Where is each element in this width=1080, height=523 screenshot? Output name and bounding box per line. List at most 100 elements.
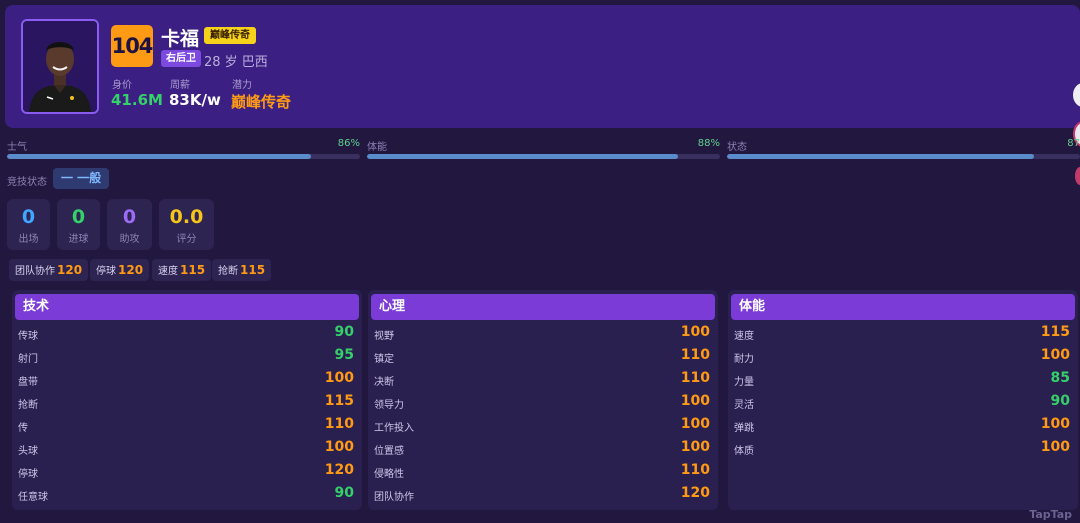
stat-assists: 0 助攻 (107, 199, 152, 250)
wage-label: 周薪 (170, 80, 190, 91)
attribute-row: 头球 100 (12, 438, 362, 460)
competition-status-value: 一 一般 (53, 168, 110, 189)
attribute-value: 90 (1050, 393, 1070, 409)
attribute-row: 位置感 100 (368, 438, 718, 460)
key-attr-chip: 停球 120 (90, 259, 150, 281)
attribute-row: 传球 90 (12, 323, 362, 345)
attribute-row: 抢断 115 (12, 392, 362, 414)
tier-badge: 巅峰传奇 (204, 27, 256, 44)
player-header-card: 104 卡福 巅峰传奇 右后卫 28 岁 巴西 身价 41.6M 周薪 83K/… (5, 5, 1080, 128)
mental-panel: 心理 视野 100 镇定 110 决断 110 领导力 100 工作投入 100 位置感 100 侵略性… (368, 290, 718, 510)
attribute-row: 工作投入 100 (368, 415, 718, 437)
attribute-row: 力量 85 (728, 369, 1078, 391)
attribute-row: 体质 100 (728, 438, 1078, 460)
attribute-row: 盘带 100 (12, 369, 362, 391)
attribute-value: 100 (324, 439, 354, 455)
form-meter-fill (727, 154, 1035, 159)
stat-value: 0 (122, 206, 137, 228)
attribute-name: 侵略性 (374, 469, 404, 480)
chip-label: 速度 (158, 266, 178, 277)
attribute-row: 射门 95 (12, 346, 362, 368)
attribute-value: 120 (324, 462, 354, 478)
chip-label: 停球 (96, 266, 116, 277)
meter-pct-form: 87 (1067, 138, 1080, 149)
attribute-value: 100 (680, 416, 710, 432)
attribute-name: 体质 (734, 446, 754, 457)
attribute-name: 弹跳 (734, 423, 754, 434)
attribute-name: 力量 (734, 377, 754, 388)
key-attr-chip: 速度 115 (152, 259, 212, 281)
attribute-value: 95 (334, 347, 354, 363)
technical-panel: 技术 传球 90 射门 95 盘带 100 抢断 115 传 110 头球 100 停球 120 任意球 90 (12, 290, 362, 510)
chip-value: 115 (180, 263, 206, 277)
attribute-row: 速度 115 (728, 323, 1078, 345)
attribute-name: 盘带 (18, 377, 38, 388)
player-portrait-icon (23, 21, 97, 112)
attribute-row: 任意球 90 (12, 484, 362, 506)
fitness-meter-fill (367, 154, 678, 159)
key-attr-chip: 抢断 115 (212, 259, 272, 281)
attribute-value: 100 (680, 439, 710, 455)
morale-meter (7, 154, 360, 159)
attribute-value: 90 (334, 324, 354, 340)
meter-label-fitness: 体能 (367, 142, 387, 153)
stat-label: 出场 (18, 234, 39, 245)
attribute-value: 110 (324, 416, 354, 432)
attribute-name: 工作投入 (374, 423, 414, 434)
attribute-name: 团队协作 (374, 492, 414, 503)
stat-appearances: 0 出场 (7, 199, 50, 250)
panel-title: 体能 (731, 294, 1075, 320)
attribute-value: 100 (680, 324, 710, 340)
stat-label: 评分 (176, 234, 197, 245)
attribute-row: 耐力 100 (728, 346, 1078, 368)
floating-button-3[interactable] (1075, 167, 1080, 185)
attribute-row: 团队协作 120 (368, 484, 718, 506)
attribute-name: 位置感 (374, 446, 404, 457)
attribute-name: 抢断 (18, 400, 38, 411)
stat-value: 0.0 (169, 206, 204, 228)
attribute-row: 停球 120 (12, 461, 362, 483)
attribute-name: 领导力 (374, 400, 404, 411)
meter-label-form: 状态 (727, 142, 747, 153)
stat-goals: 0 进球 (57, 199, 100, 250)
attribute-value: 85 (1050, 370, 1070, 386)
attribute-value: 100 (1040, 416, 1070, 432)
attribute-value: 100 (324, 370, 354, 386)
stat-label: 进球 (68, 234, 89, 245)
attribute-value: 110 (680, 370, 710, 386)
attribute-value: 100 (680, 393, 710, 409)
attribute-value: 115 (324, 393, 354, 409)
morale-meter-fill (7, 154, 311, 159)
stat-value: 0 (21, 206, 36, 228)
meter-pct-morale: 86% (337, 138, 360, 149)
chip-value: 115 (240, 263, 266, 277)
attribute-name: 视野 (374, 331, 394, 342)
attribute-value: 90 (334, 485, 354, 501)
watermark-text: TapTap (1029, 508, 1072, 521)
attribute-name: 速度 (734, 331, 754, 342)
attribute-value: 120 (680, 485, 710, 501)
attribute-row: 弹跳 100 (728, 415, 1078, 437)
attribute-name: 灵活 (734, 400, 754, 411)
potential-value: 巅峰传奇 (231, 93, 292, 111)
market-value: 41.6M (111, 91, 163, 109)
physical-panel: 体能 速度 115 耐力 100 力量 85 灵活 90 弹跳 100 体质 100 (728, 290, 1078, 510)
attribute-value: 115 (1040, 324, 1070, 340)
stat-value: 0 (71, 206, 86, 228)
fitness-meter (367, 154, 720, 159)
panel-title: 心理 (371, 294, 715, 320)
position-badge: 右后卫 (161, 50, 201, 67)
attribute-name: 传球 (18, 331, 38, 342)
attribute-row: 决断 110 (368, 369, 718, 391)
attribute-value: 100 (1040, 439, 1070, 455)
attribute-row: 视野 100 (368, 323, 718, 345)
attribute-value: 100 (1040, 347, 1070, 363)
attribute-name: 耐力 (734, 354, 754, 365)
key-attr-chip: 团队协作 120 (9, 259, 89, 281)
attribute-name: 任意球 (18, 492, 48, 503)
value-label: 身价 (112, 80, 132, 91)
player-avatar[interactable] (21, 19, 99, 114)
attribute-value: 110 (680, 462, 710, 478)
attribute-name: 传 (18, 423, 28, 434)
age-nationality: 28 岁 巴西 (204, 55, 268, 70)
